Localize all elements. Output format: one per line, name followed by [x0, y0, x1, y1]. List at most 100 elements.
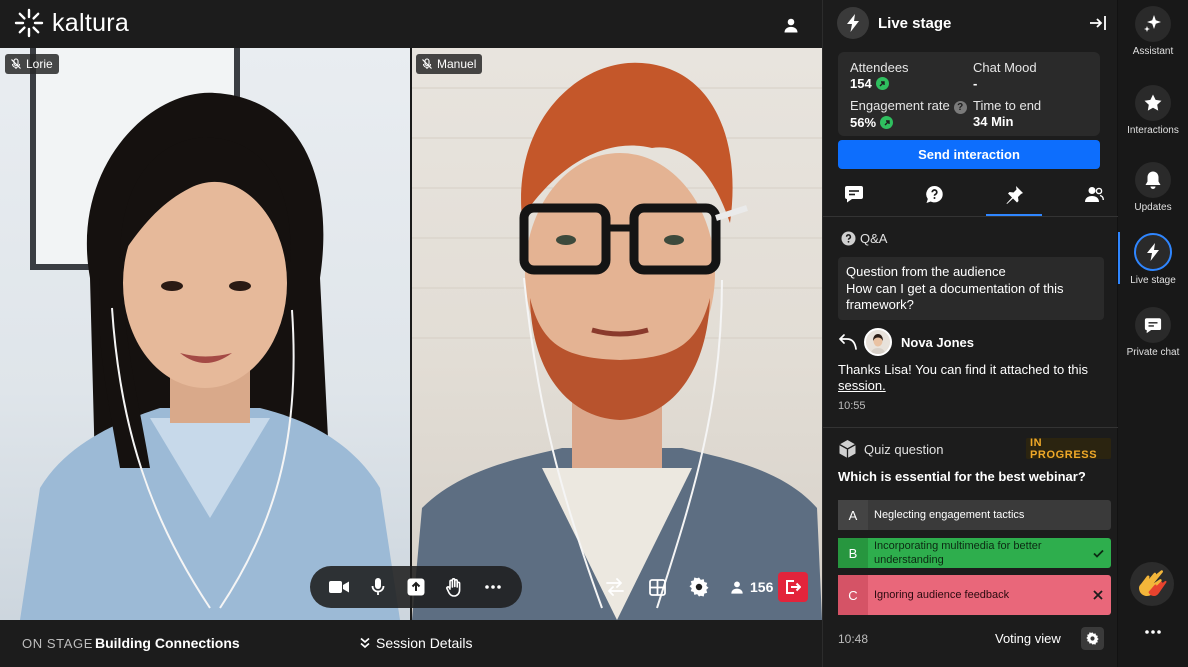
kaltura-logo-icon [14, 8, 44, 38]
share-screen-button[interactable] [401, 572, 431, 602]
switch-layout-button[interactable] [600, 572, 630, 602]
status-badge: IN PROGRESS [1026, 437, 1111, 461]
quiz-option-b[interactable]: B Incorporating multimedia for better un… [838, 538, 1111, 568]
panel-header: Live stage [823, 0, 1118, 46]
trend-up-icon [875, 77, 889, 90]
rail-item-updates[interactable]: Updates [1118, 162, 1188, 213]
info-icon[interactable]: ? [953, 101, 967, 114]
mic-muted-icon [11, 58, 21, 69]
quiz-header: Quiz question IN PROGRESS [838, 437, 1111, 461]
leave-button[interactable] [778, 572, 808, 602]
question-title: Question from the audience [846, 264, 1006, 279]
more-icon [1145, 630, 1161, 634]
participant-name: Lorie [26, 57, 53, 71]
qa-header: Q&A [841, 231, 887, 246]
chat-mood-stat: Chat Mood - [973, 60, 1037, 91]
top-bar: kaltura [0, 0, 822, 48]
raise-hand-icon [446, 577, 461, 597]
gear-icon [689, 577, 709, 597]
option-text: Incorporating multimedia for better unde… [874, 540, 1042, 566]
rail-label: Interactions [1127, 125, 1179, 136]
voting-view-link[interactable]: Voting view [995, 631, 1061, 646]
qa-reply: Nova Jones Thanks Lisa! You can find it … [838, 327, 1104, 412]
option-letter: A [838, 500, 868, 530]
participant-count-value: 156 [750, 579, 774, 595]
quiz-option-a[interactable]: A Neglecting engagement tactics [838, 500, 1111, 530]
reply-timestamp: 10:55 [838, 400, 866, 412]
rail-label: Private chat [1126, 347, 1180, 358]
rail-item-private-chat[interactable]: Private chat [1118, 307, 1188, 358]
cube-icon [839, 440, 856, 458]
raise-hand-button[interactable] [439, 572, 469, 602]
question-circle-icon [841, 231, 856, 246]
participant-name-tag: Manuel [416, 54, 483, 74]
share-screen-icon [407, 578, 425, 596]
time-to-end-value: 34 Min [973, 114, 1014, 129]
chat-icon [1135, 307, 1171, 343]
option-letter: C [838, 575, 868, 615]
close-icon [1085, 575, 1111, 615]
reactions-button[interactable] [1130, 562, 1174, 606]
stage-title: Building Connections [95, 635, 240, 651]
bell-icon [1135, 162, 1171, 198]
tab-participants[interactable] [1066, 172, 1122, 216]
microphone-button[interactable] [363, 572, 393, 602]
participant-count[interactable]: 156 [730, 579, 773, 595]
engagement-value: 56% [850, 115, 877, 130]
more-options-button[interactable] [478, 572, 508, 602]
gear-icon [1086, 632, 1099, 645]
bottom-bar: ON STAGE Building Connections Session De… [0, 620, 822, 667]
session-link[interactable]: session. [838, 378, 886, 393]
avatar [864, 328, 892, 356]
chevrons-down-icon [360, 637, 370, 649]
bolt-icon [837, 7, 869, 39]
tab-chat[interactable] [826, 172, 882, 216]
audience-question-card[interactable]: Question from the audience How can I get… [838, 257, 1104, 320]
user-icon [784, 18, 798, 33]
trend-up-icon [880, 116, 894, 129]
more-options-button[interactable] [1140, 622, 1166, 642]
collapse-panel-icon[interactable] [1089, 14, 1107, 32]
quiz-header-label: Quiz question [864, 442, 944, 457]
kaltura-logo: kaltura [14, 8, 129, 38]
stats-card: Attendees 154 Chat Mood - Engagement rat… [838, 52, 1100, 136]
camera-button[interactable] [324, 572, 354, 602]
panel-title: Live stage [878, 15, 952, 32]
grid-icon [648, 578, 666, 596]
rail-label: Updates [1134, 202, 1172, 213]
microphone-icon [371, 578, 384, 595]
attendees-value: 154 [850, 76, 872, 91]
swap-icon [606, 578, 624, 596]
mic-muted-icon [422, 58, 432, 69]
grid-layout-button[interactable] [642, 572, 672, 602]
video-tile-manuel[interactable]: Manuel [412, 48, 822, 620]
quiz-timestamp: 10:48 [838, 632, 869, 646]
quiz-settings-button[interactable] [1081, 627, 1104, 650]
question-text: How can I get a documentation of this fr… [846, 280, 1064, 313]
rail-item-assistant[interactable]: Assistant [1118, 6, 1188, 57]
tab-pinned[interactable] [986, 172, 1042, 216]
reply-arrow-icon [838, 334, 857, 350]
quiz-option-c[interactable]: C Ignoring audience feedback [838, 575, 1111, 615]
session-details-button[interactable]: Session Details [360, 635, 473, 651]
rail-item-interactions[interactable]: Interactions [1118, 85, 1188, 136]
bolt-icon [1134, 233, 1172, 271]
participant-name-tag: Lorie [5, 54, 59, 74]
chat-mood-label: Chat Mood [973, 60, 1037, 75]
video-tile-lorie[interactable]: Lorie [0, 48, 410, 620]
clapping-hands-icon [1139, 570, 1167, 596]
option-text: Ignoring audience feedback [874, 589, 1010, 601]
users-icon [1085, 186, 1104, 202]
settings-button[interactable] [684, 572, 714, 602]
user-icon [731, 581, 743, 594]
logo-text: kaltura [52, 8, 130, 37]
right-rail: Assistant Interactions Updates Live stag… [1118, 0, 1188, 667]
time-to-end-stat: Time to end 34 Min [973, 98, 1041, 129]
rail-item-live-stage[interactable]: Live stage [1118, 233, 1188, 286]
send-interaction-button[interactable]: Send interaction [838, 140, 1100, 169]
rail-label: Live stage [1130, 275, 1176, 286]
divider [823, 216, 1118, 217]
check-icon [1085, 538, 1111, 568]
tab-qa[interactable] [906, 172, 962, 216]
profile-button[interactable] [778, 12, 804, 38]
